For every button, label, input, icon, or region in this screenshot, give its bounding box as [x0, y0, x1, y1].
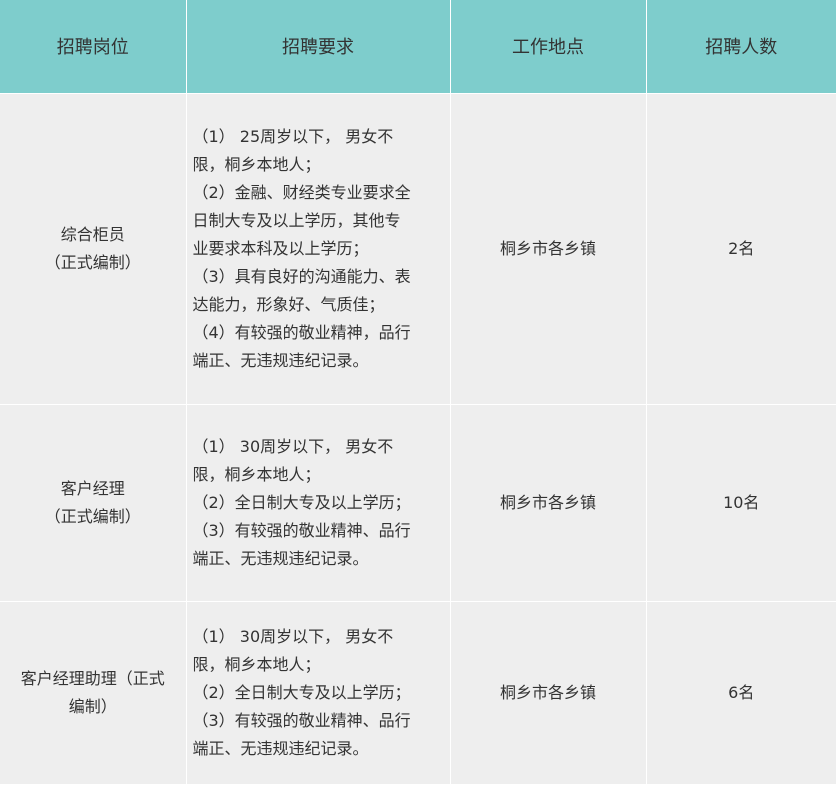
requirement-line: （2）金融、财经类专业要求全	[192, 182, 411, 202]
location-cell: 桐乡市各乡镇	[450, 404, 647, 602]
count-cell: 6名	[646, 601, 836, 785]
requirement-line: （1） 30周岁以下， 男女不	[192, 436, 394, 456]
table-body: 综合柜员 （正式编制） （1） 25周岁以下， 男女不 限，桐乡本地人； （2）…	[0, 93, 836, 785]
header-row: 招聘岗位 招聘要求 工作地点 招聘人数	[0, 0, 836, 94]
requirement-line: 端正、无违规违纪记录。	[192, 548, 369, 568]
table-row: 客户经理 （正式编制） （1） 30周岁以下， 男女不 限，桐乡本地人； （2）…	[0, 404, 836, 602]
requirement-line: 日制大专及以上学历，其他专	[192, 210, 401, 230]
requirement-line: （3）具有良好的沟通能力、表	[192, 266, 411, 286]
requirement-line: 端正、无违规违纪记录。	[192, 350, 369, 370]
position-cell: 客户经理助理（正式 编制）	[0, 601, 187, 785]
requirement-line: （1） 25周岁以下， 男女不	[192, 126, 394, 146]
position-name: 客户经理	[60, 478, 125, 498]
position-cell: 客户经理 （正式编制）	[0, 404, 187, 602]
requirements-cell: （1） 25周岁以下， 男女不 限，桐乡本地人； （2）金融、财经类专业要求全 …	[186, 93, 451, 405]
requirement-line: 业要求本科及以上学历；	[192, 238, 369, 258]
position-name: 客户经理助理（正式	[20, 668, 165, 688]
position-type: （正式编制）	[44, 252, 141, 272]
location-cell: 桐乡市各乡镇	[450, 93, 647, 405]
header-count: 招聘人数	[646, 0, 836, 94]
header-position: 招聘岗位	[0, 0, 187, 94]
requirements-cell: （1） 30周岁以下， 男女不 限，桐乡本地人； （2）全日制大专及以上学历； …	[186, 404, 451, 602]
location-cell: 桐乡市各乡镇	[450, 601, 647, 785]
position-type: （正式编制）	[44, 506, 141, 526]
table-row: 综合柜员 （正式编制） （1） 25周岁以下， 男女不 限，桐乡本地人； （2）…	[0, 93, 836, 405]
position-name: 综合柜员	[60, 224, 125, 244]
table-header: 招聘岗位 招聘要求 工作地点 招聘人数	[0, 0, 836, 94]
requirement-line: （2）全日制大专及以上学历；	[192, 492, 411, 512]
requirement-line: 限，桐乡本地人；	[192, 464, 321, 484]
position-cell: 综合柜员 （正式编制）	[0, 93, 187, 405]
requirement-line: 端正、无违规违纪记录。	[192, 738, 369, 758]
requirement-line: （4）有较强的敬业精神，品行	[192, 322, 411, 342]
table-row: 客户经理助理（正式 编制） （1） 30周岁以下， 男女不 限，桐乡本地人； （…	[0, 601, 836, 785]
count-cell: 10名	[646, 404, 836, 602]
recruitment-table: 招聘岗位 招聘要求 工作地点 招聘人数 综合柜员 （正式编制） （1） 25周岁…	[0, 0, 836, 785]
requirement-line: 限，桐乡本地人；	[192, 654, 321, 674]
requirement-line: （1） 30周岁以下， 男女不	[192, 626, 394, 646]
requirement-line: 限，桐乡本地人；	[192, 154, 321, 174]
requirement-line: 达能力，形象好、气质佳；	[192, 294, 385, 314]
requirements-cell: （1） 30周岁以下， 男女不 限，桐乡本地人； （2）全日制大专及以上学历； …	[186, 601, 451, 785]
requirement-line: （3）有较强的敬业精神、品行	[192, 710, 411, 730]
count-cell: 2名	[646, 93, 836, 405]
header-requirements: 招聘要求	[186, 0, 451, 94]
header-location: 工作地点	[450, 0, 647, 94]
requirement-line: （2）全日制大专及以上学历；	[192, 682, 411, 702]
requirement-line: （3）有较强的敬业精神、品行	[192, 520, 411, 540]
position-type: 编制）	[68, 696, 117, 716]
